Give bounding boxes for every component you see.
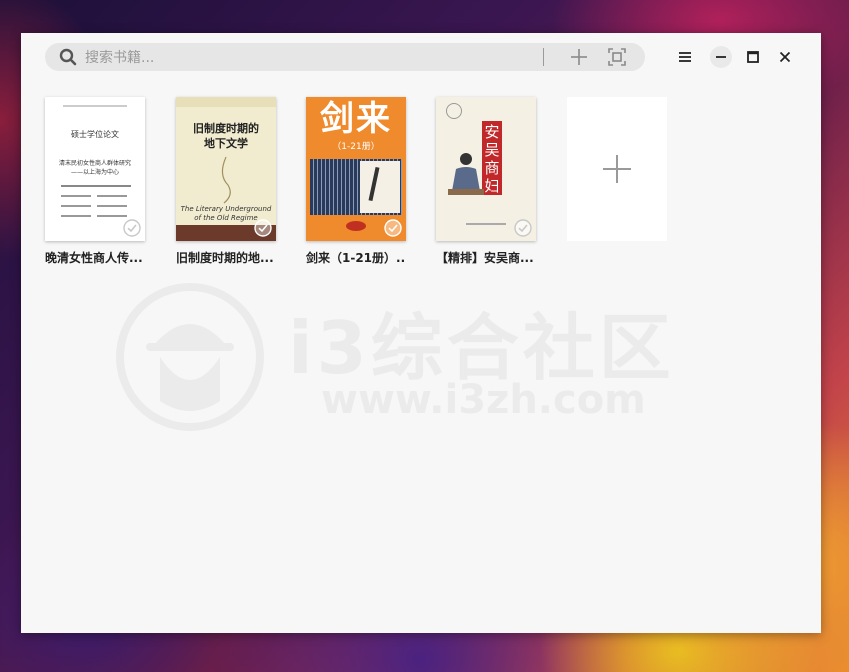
- watermark-url: www.i3zh.com: [321, 377, 646, 423]
- app-window: i3综合社区 www.i3zh.com 硕士学位论文 清末民初女性商人群体研究 …: [21, 33, 821, 633]
- book-cover[interactable]: 硕士学位论文 清末民初女性商人群体研究 ——以上海为中心: [45, 97, 145, 241]
- book-cover[interactable]: 安吴商妇: [436, 97, 536, 241]
- hamburger-menu-icon[interactable]: [673, 45, 697, 69]
- book-title: 【精排】安吴商...: [436, 251, 534, 265]
- search-input[interactable]: [83, 45, 527, 71]
- cover-text: 清末民初女性商人群体研究: [58, 160, 131, 167]
- watermark-logo-icon: [116, 283, 264, 431]
- plus-icon[interactable]: [569, 47, 589, 67]
- book-cover[interactable]: 旧制度时期的地下文学 The Literary Underground of t…: [176, 97, 276, 241]
- add-book-tile[interactable]: [567, 97, 667, 241]
- cover-illustration: [448, 153, 484, 195]
- scan-icon[interactable]: [607, 47, 627, 67]
- check-circle-icon[interactable]: [123, 219, 141, 237]
- book-cover[interactable]: 剑来 （1-21册）: [306, 97, 406, 241]
- check-circle-icon[interactable]: [254, 219, 272, 237]
- cover-title: 剑来: [320, 99, 392, 139]
- search-icon: [59, 48, 77, 66]
- cover-title: 旧制度时期的地下文学: [193, 122, 259, 150]
- search-divider: [543, 48, 544, 66]
- check-circle-icon[interactable]: [514, 219, 532, 237]
- plus-icon: [603, 155, 631, 183]
- book-title: 晚清女性商人传...: [45, 251, 143, 265]
- cover-subtitle: （1-21册）: [332, 142, 380, 152]
- cover-text: 硕士学位论文: [71, 130, 119, 139]
- watermark: i3综合社区 www.i3zh.com: [116, 283, 736, 431]
- minimize-icon[interactable]: [709, 45, 733, 69]
- book-title: 剑来（1-21册）...: [306, 251, 406, 265]
- maximize-icon[interactable]: [741, 45, 765, 69]
- toolbar: [21, 33, 821, 85]
- check-circle-icon[interactable]: [384, 219, 402, 237]
- close-icon[interactable]: [773, 45, 797, 69]
- search-bar[interactable]: [45, 43, 645, 71]
- book-title: 旧制度时期的地...: [176, 251, 274, 265]
- cover-ornament: [221, 156, 231, 204]
- cover-text: ——以上海为中心: [70, 169, 119, 176]
